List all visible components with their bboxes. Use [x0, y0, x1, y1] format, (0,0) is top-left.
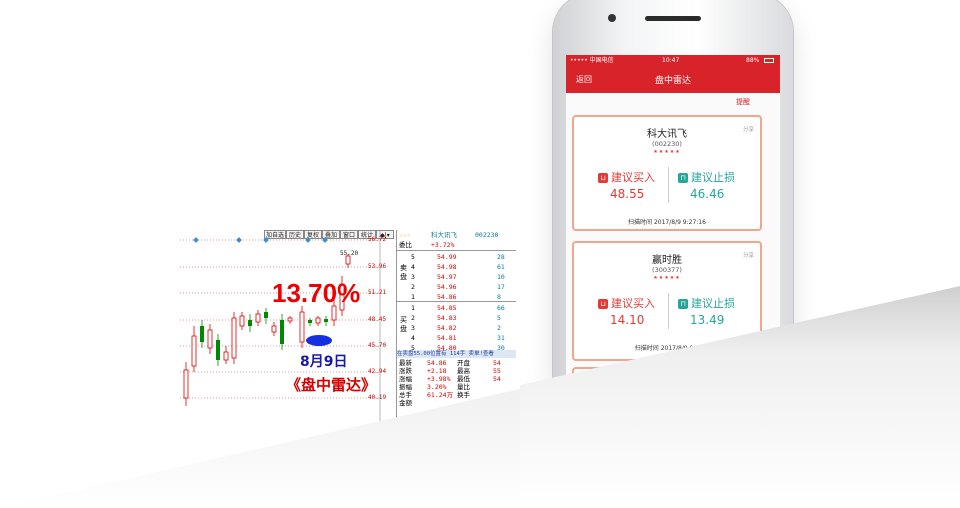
band-overlay: [520, 286, 960, 508]
